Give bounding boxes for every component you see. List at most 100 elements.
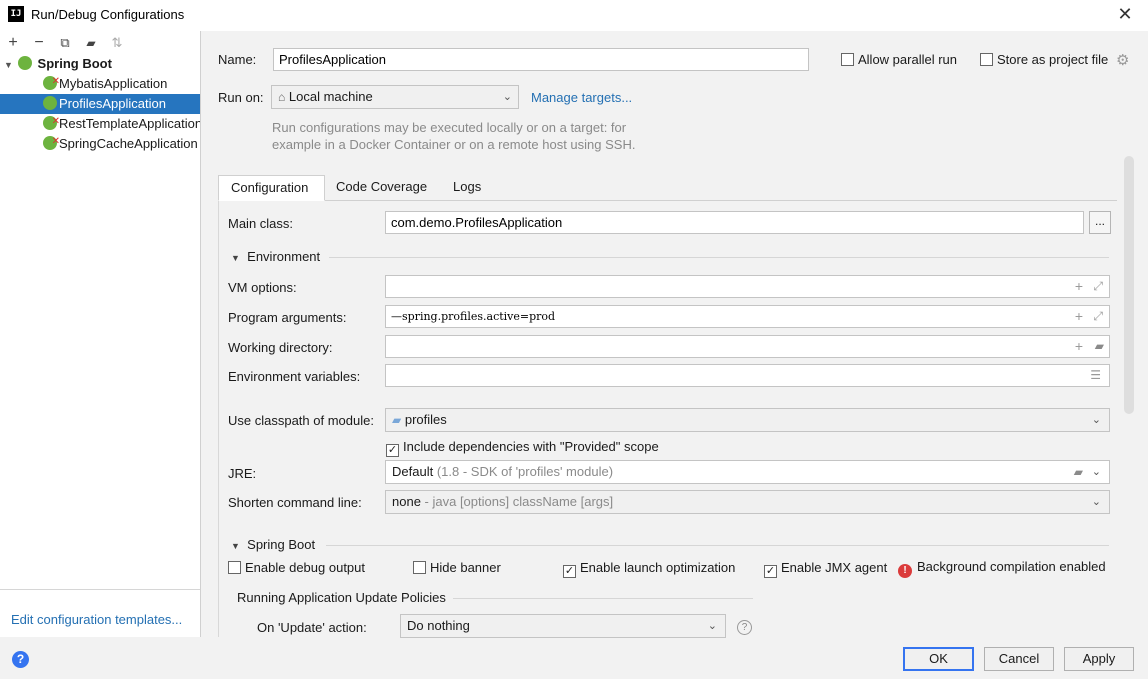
environment-section-header[interactable]: ▼ Environment xyxy=(231,249,320,264)
add-icon[interactable]: + xyxy=(1075,336,1083,357)
spring-boot-icon xyxy=(17,56,32,70)
browse-main-class-button[interactable]: ... xyxy=(1089,211,1111,234)
remove-configuration-icon[interactable]: − xyxy=(30,34,48,52)
run-on-hint-line2: example in a Docker Container or on a re… xyxy=(272,137,636,152)
chevron-down-icon: ⌄ xyxy=(707,620,717,632)
ok-button[interactable]: OK xyxy=(903,647,974,671)
tab-code-coverage[interactable]: Code Coverage xyxy=(324,175,439,201)
sort-configurations-icon[interactable]: ⇅ xyxy=(108,34,126,52)
environment-variables-input[interactable]: ☰ xyxy=(385,364,1110,387)
enable-debug-checkbox[interactable]: Enable debug output xyxy=(228,560,365,575)
checkbox-checked[interactable]: ✓ xyxy=(764,565,777,578)
apply-button[interactable]: Apply xyxy=(1064,647,1134,671)
tree-item-profiles[interactable]: ProfilesApplication xyxy=(0,94,200,114)
hide-banner-checkbox[interactable]: Hide banner xyxy=(413,560,501,575)
folder-icon[interactable]: ▰ xyxy=(1095,336,1104,357)
module-folder-icon: ▰ xyxy=(392,413,402,427)
home-icon: ⌂ xyxy=(278,90,286,104)
tab-logs[interactable]: Logs xyxy=(441,175,493,201)
launch-optimization-checkbox[interactable]: ✓ Enable launch optimization xyxy=(563,560,735,578)
expand-icon[interactable]: ⤢ xyxy=(1093,306,1103,327)
enable-debug-label: Enable debug output xyxy=(245,560,365,575)
checkbox-checked[interactable]: ✓ xyxy=(563,565,576,578)
divider xyxy=(453,598,753,599)
tree-item-label: SpringCacheApplication xyxy=(59,136,198,151)
add-icon[interactable]: + xyxy=(1075,276,1083,297)
question-help-icon[interactable]: ? xyxy=(737,618,752,635)
tree-item-label: RestTemplateApplication xyxy=(59,116,200,131)
chevron-down-icon: ⌄ xyxy=(502,91,512,103)
spring-app-error-icon: ✕ xyxy=(43,116,60,130)
chevron-down-icon: ⌄ xyxy=(1091,496,1101,508)
help-icon[interactable]: ? xyxy=(12,651,29,668)
jre-label: JRE: xyxy=(228,466,257,481)
store-as-project-checkbox[interactable]: Store as project file xyxy=(980,52,1108,67)
shorten-command-line-dropdown[interactable]: none - java [options] className [args] ⌄ xyxy=(385,490,1110,514)
add-configuration-icon[interactable]: + xyxy=(4,34,22,52)
tree-group-spring-boot[interactable]: ▼ Spring Boot xyxy=(0,54,200,74)
edit-list-icon[interactable]: ☰ xyxy=(1090,365,1101,386)
jmx-agent-checkbox[interactable]: ✓ Enable JMX agent xyxy=(764,560,887,578)
manage-targets-link[interactable]: Manage targets... xyxy=(531,90,632,105)
error-icon: ! xyxy=(898,564,912,578)
cancel-button[interactable]: Cancel xyxy=(984,647,1054,671)
vm-options-input[interactable]: + ⤢ xyxy=(385,275,1110,298)
configuration-panel: Main class: com.demo.ProfilesApplication… xyxy=(218,201,1117,638)
background-compilation-label: Background compilation enabled xyxy=(917,559,1106,574)
tree-group-label: Spring Boot xyxy=(37,56,112,71)
tree-item-label: ProfilesApplication xyxy=(59,96,166,111)
tree-item-mybatis[interactable]: ✕ MybatisApplication xyxy=(0,74,200,94)
folder-icon[interactable]: ▰ xyxy=(1074,461,1083,483)
name-input[interactable]: ProfilesApplication xyxy=(273,48,809,71)
jmx-agent-label: Enable JMX agent xyxy=(781,560,888,575)
vm-options-label: VM options: xyxy=(228,280,297,295)
copy-configuration-icon[interactable]: ⧉ xyxy=(56,34,74,52)
on-update-label: On 'Update' action: xyxy=(257,620,367,635)
tree-item-resttemplate[interactable]: ✕ RestTemplateApplication xyxy=(0,114,200,134)
checkbox-checked[interactable]: ✓ xyxy=(386,444,399,457)
configurations-tree-panel: + − ⧉ ▰ ⇅ ▼ Spring Boot ✕ MybatisApplicat… xyxy=(0,31,201,637)
chevron-down-icon: ⌄ xyxy=(1091,466,1101,478)
jre-value: Default xyxy=(392,464,434,479)
collapse-arrow-icon[interactable]: ▼ xyxy=(4,60,13,70)
spring-app-icon xyxy=(43,96,57,110)
tree-item-springcache[interactable]: ✕ SpringCacheApplication xyxy=(0,134,200,154)
collapse-arrow-icon: ▼ xyxy=(231,253,240,263)
jre-dropdown[interactable]: Default (1.8 - SDK of 'profiles' module)… xyxy=(385,460,1110,484)
close-window-icon[interactable]: ✕ xyxy=(1114,3,1136,25)
run-on-label: Run on: xyxy=(218,90,264,105)
hide-banner-label: Hide banner xyxy=(430,560,501,575)
add-icon[interactable]: + xyxy=(1075,306,1083,327)
edit-templates-link[interactable]: Edit configuration templates... xyxy=(11,612,182,627)
checkbox-box[interactable] xyxy=(413,561,426,574)
include-dependencies-checkbox[interactable]: ✓ Include dependencies with "Provided" sc… xyxy=(386,439,659,457)
expand-icon[interactable]: ⤢ xyxy=(1093,276,1103,297)
jre-hint: (1.8 - SDK of 'profiles' module) xyxy=(436,464,614,479)
gear-icon[interactable]: ⚙ xyxy=(1116,51,1129,69)
intellij-app-icon: IJ xyxy=(8,6,24,22)
vertical-scrollbar[interactable] xyxy=(1124,156,1134,414)
launch-optimization-label: Enable launch optimization xyxy=(580,560,736,575)
chevron-down-icon: ⌄ xyxy=(1091,414,1101,426)
on-update-dropdown[interactable]: Do nothing ⌄ xyxy=(400,614,726,638)
program-arguments-label: Program arguments: xyxy=(228,310,347,325)
program-arguments-input[interactable]: —spring.profiles.active=prod + ⤢ xyxy=(385,305,1110,328)
move-to-folder-icon[interactable]: ▰ xyxy=(82,34,100,52)
collapse-arrow-icon: ▼ xyxy=(231,541,240,551)
allow-parallel-checkbox[interactable]: Allow parallel run xyxy=(841,52,957,67)
tab-configuration[interactable]: Configuration xyxy=(218,175,325,201)
shorten-command-line-label: Shorten command line: xyxy=(228,495,362,510)
allow-parallel-label: Allow parallel run xyxy=(858,52,957,67)
checkbox-box[interactable] xyxy=(980,53,993,66)
working-directory-input[interactable]: + ▰ xyxy=(385,335,1110,358)
classpath-module-dropdown[interactable]: ▰ profiles ⌄ xyxy=(385,408,1110,432)
divider xyxy=(326,545,1109,546)
shorten-value: none xyxy=(392,494,421,509)
checkbox-box[interactable] xyxy=(841,53,854,66)
main-class-input[interactable]: com.demo.ProfilesApplication xyxy=(385,211,1084,234)
run-on-dropdown[interactable]: ⌂ Local machine ⌄ xyxy=(271,85,519,109)
spring-boot-section-header[interactable]: ▼ Spring Boot xyxy=(231,537,315,552)
spring-boot-section-label: Spring Boot xyxy=(247,537,316,552)
checkbox-box[interactable] xyxy=(228,561,241,574)
divider xyxy=(0,589,200,590)
